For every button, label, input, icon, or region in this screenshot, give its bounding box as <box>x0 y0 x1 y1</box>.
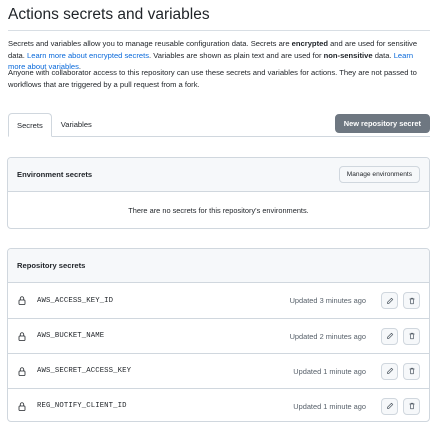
environment-secrets-empty-message: There are no secrets for this repository… <box>128 206 309 215</box>
tab-divider <box>8 136 430 137</box>
repository-secrets-header: Repository secrets <box>8 249 429 283</box>
tab-bar: Secrets Variables <box>8 113 101 137</box>
intro-text: data. <box>372 50 394 60</box>
tab-variables[interactable]: Variables <box>52 113 101 137</box>
trash-icon <box>409 367 414 375</box>
environment-secrets-panel: Environment secrets Manage environments … <box>7 157 430 229</box>
page-title: Actions secrets and variables <box>8 6 210 23</box>
delete-secret-button[interactable] <box>403 362 420 380</box>
secret-name: REG_NOTIFY_CLIENT_ID <box>37 402 127 410</box>
lock-icon <box>18 366 26 376</box>
secret-updated: Updated 3 minutes ago <box>289 296 366 305</box>
secret-name: AWS_SECRET_ACCESS_KEY <box>37 367 132 375</box>
intro-bold-encrypted: encrypted <box>291 39 328 48</box>
secret-updated: Updated 1 minute ago <box>293 401 366 411</box>
link-encrypted-secrets[interactable]: Learn more about encrypted secrets <box>27 51 149 60</box>
secret-name: AWS_ACCESS_KEY_ID <box>37 296 114 305</box>
secret-row: REG_NOTIFY_CLIENT_ID Updated 1 minute ag… <box>8 388 429 421</box>
pencil-icon <box>386 332 393 339</box>
trash-icon <box>409 297 414 304</box>
secret-updated: Updated 1 minute ago <box>293 366 366 376</box>
tab-secrets[interactable]: Secrets <box>8 113 52 137</box>
intro-text: Secrets and variables allow you to manag… <box>8 39 292 48</box>
repository-secrets-list: AWS_ACCESS_KEY_ID Updated 3 minutes ago … <box>8 283 429 421</box>
repository-secrets-title: Repository secrets <box>17 261 86 270</box>
delete-secret-button[interactable] <box>403 292 420 309</box>
lock-icon <box>18 401 26 411</box>
lock-icon <box>18 296 26 305</box>
intro-text: . Variables are shown as plain text and … <box>149 50 324 60</box>
manage-environments-button[interactable]: Manage environments <box>338 166 420 183</box>
intro-bold-non-sensitive: non-sensitive <box>323 50 373 60</box>
intro-paragraph-access: Anyone with collaborator access to this … <box>8 68 417 89</box>
repository-secrets-panel: Repository secrets AWS_ACCESS_KEY_ID Upd… <box>7 248 430 422</box>
trash-icon <box>409 332 414 340</box>
edit-secret-button[interactable] <box>381 397 398 415</box>
edit-secret-button[interactable] <box>381 362 398 380</box>
secret-name: AWS_BUCKET_NAME <box>37 332 105 340</box>
secret-row: AWS_SECRET_ACCESS_KEY Updated 1 minute a… <box>8 353 429 388</box>
pencil-icon <box>386 402 393 409</box>
environment-secrets-header: Environment secrets Manage environments <box>8 158 429 192</box>
pencil-icon <box>386 297 393 304</box>
edit-secret-button[interactable] <box>381 327 398 345</box>
secret-updated: Updated 2 minutes ago <box>289 331 366 341</box>
title-divider <box>8 30 430 31</box>
secret-row: AWS_BUCKET_NAME Updated 2 minutes ago <box>8 318 429 353</box>
environment-secrets-title: Environment secrets <box>17 170 93 179</box>
delete-secret-button[interactable] <box>403 397 420 415</box>
new-repository-secret-button[interactable]: New repository secret <box>334 114 430 133</box>
lock-icon <box>18 331 26 341</box>
edit-secret-button[interactable] <box>381 292 398 309</box>
secret-row: AWS_ACCESS_KEY_ID Updated 3 minutes ago <box>8 283 429 318</box>
trash-icon <box>409 402 414 410</box>
delete-secret-button[interactable] <box>403 327 420 345</box>
pencil-icon <box>386 367 393 374</box>
